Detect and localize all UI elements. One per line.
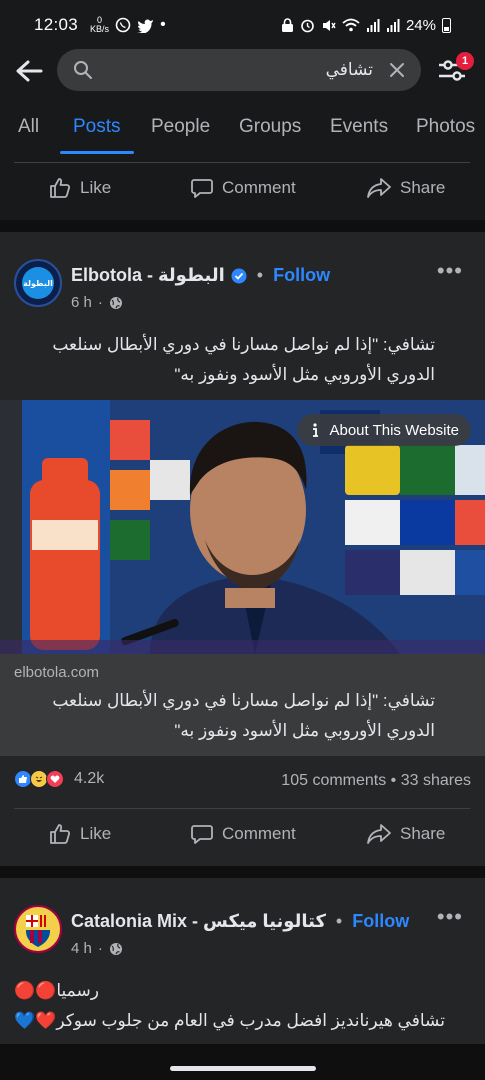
verified-badge-icon <box>231 268 247 283</box>
post-header-title: كتالونيا ميكس - Catalonia Mix • Follow <box>71 911 409 932</box>
post-text-line-1: رسميا🔴🔴 <box>14 981 99 1000</box>
comment-icon <box>191 179 213 198</box>
divider <box>14 162 470 163</box>
search-input[interactable]: تشافي <box>57 49 421 91</box>
whatsapp-icon <box>115 17 131 33</box>
about-website-button[interactable]: About This Website <box>297 414 471 446</box>
tab-groups[interactable]: Groups <box>239 116 301 138</box>
page-name[interactable]: كتالونيا ميكس - Catalonia Mix <box>71 911 326 932</box>
more-options-button[interactable]: ••• <box>437 258 463 284</box>
post-actions: Like Comment Share <box>0 810 485 860</box>
status-time: 12:03 <box>34 15 79 34</box>
tab-posts[interactable]: Posts <box>73 116 121 138</box>
battery-percent: 24% <box>405 16 436 34</box>
filter-badge: 1 <box>456 52 474 70</box>
divider <box>14 808 470 809</box>
tab-events[interactable]: Events <box>330 116 388 138</box>
share-icon <box>367 824 391 844</box>
previous-post-actions: Like Comment Share <box>0 164 485 214</box>
share-label: Share <box>400 824 446 843</box>
network-speed: 0 KB/s <box>90 15 110 34</box>
page-name[interactable]: البطولة - Elbotola <box>71 265 225 286</box>
lock-icon <box>281 18 293 32</box>
meta-dot: · <box>97 294 103 311</box>
search-icon <box>74 61 92 79</box>
meta-dot: · <box>97 940 103 957</box>
fc-barcelona-crest-icon <box>26 915 50 947</box>
active-tab-indicator <box>60 151 134 154</box>
signal-icon <box>366 19 380 32</box>
tab-people[interactable]: People <box>151 116 210 138</box>
signal-icon-2 <box>386 19 400 32</box>
back-button[interactable] <box>12 54 46 88</box>
post-time[interactable]: 4 h <box>71 940 92 957</box>
comment-icon <box>191 825 213 844</box>
separator-dot: • <box>256 265 264 285</box>
feed-separator <box>0 220 485 232</box>
globe-icon <box>109 942 122 955</box>
comments-shares-count[interactable]: 105 comments • 33 shares <box>281 772 471 790</box>
status-right-icons: 24% <box>281 17 451 34</box>
like-button[interactable]: Like <box>48 176 111 200</box>
link-domain: elbotola.com <box>14 664 100 681</box>
share-icon <box>367 178 391 198</box>
comment-label: Comment <box>222 824 296 843</box>
about-website-label: About This Website <box>329 421 459 439</box>
love-reaction-icon <box>46 770 64 788</box>
page-avatar[interactable] <box>14 905 62 953</box>
search-tabs: All Posts People Groups Events Photos <box>0 104 485 154</box>
dot-icon: • <box>160 16 166 33</box>
like-button[interactable]: Like <box>48 822 111 846</box>
link-preview[interactable]: elbotola.com تشافي: "إذا لم نواصل مسارنا… <box>0 654 485 756</box>
share-label: Share <box>400 178 446 197</box>
bottom-strip <box>0 1044 485 1080</box>
twitter-icon <box>137 19 154 33</box>
like-label: Like <box>80 824 112 843</box>
like-label: Like <box>80 178 112 197</box>
follow-button[interactable]: Follow <box>273 265 330 286</box>
post-meta: 6 h · <box>71 294 123 311</box>
more-options-button[interactable]: ••• <box>437 904 463 930</box>
arrow-left-icon <box>16 60 43 82</box>
reaction-count: 4.2k <box>74 770 105 787</box>
link-title: تشافي: "إذا لم نواصل مسارنا في دوري الأب… <box>52 691 435 740</box>
tab-photos[interactable]: Photos <box>416 116 475 138</box>
search-header: تشافي <box>0 48 485 94</box>
tab-all[interactable]: All <box>18 116 39 138</box>
comment-label: Comment <box>222 178 296 197</box>
alarm-icon <box>301 19 314 32</box>
post-text-line-2: تشافي هيرنانديز افضل مدرب في العام من جل… <box>14 1011 445 1030</box>
home-indicator[interactable] <box>170 1066 316 1071</box>
page-avatar[interactable]: البطولة <box>14 259 62 307</box>
like-icon <box>50 824 71 844</box>
mute-icon <box>322 19 336 31</box>
battery-icon <box>442 17 451 33</box>
post-image[interactable]: About This Website <box>0 400 485 654</box>
post-time[interactable]: 6 h <box>71 294 92 311</box>
post-header-title: البطولة - Elbotola • Follow <box>71 265 330 286</box>
wifi-icon <box>342 18 360 32</box>
search-query: تشافي <box>325 60 373 79</box>
avatar-logo-text: البطولة <box>23 278 53 288</box>
status-left-icons: 0 KB/s • <box>86 16 166 34</box>
post-text: تشافي: "إذا لم نواصل مسارنا في دوري الأب… <box>52 335 435 384</box>
post-meta: 4 h · <box>71 940 123 957</box>
reactions-summary[interactable]: 4.2k <box>14 770 104 788</box>
share-button[interactable]: Share <box>366 822 445 846</box>
feed-separator <box>0 866 485 878</box>
follow-button[interactable]: Follow <box>352 911 409 932</box>
status-bar: 12:03 0 KB/s • 24% <box>0 0 485 50</box>
comment-button[interactable]: Comment <box>190 822 296 846</box>
comment-button[interactable]: Comment <box>190 176 296 200</box>
separator-dot: • <box>335 911 343 931</box>
like-icon <box>50 178 71 198</box>
info-icon <box>313 423 319 437</box>
share-button[interactable]: Share <box>366 176 445 200</box>
clear-search-icon[interactable] <box>389 62 405 78</box>
globe-icon <box>109 296 122 309</box>
